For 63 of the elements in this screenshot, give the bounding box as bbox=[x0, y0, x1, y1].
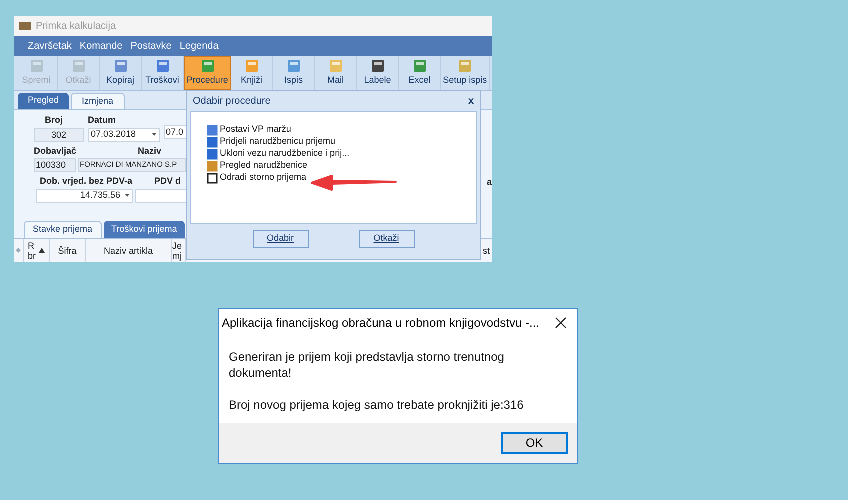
procedure-item[interactable]: Ukloni vezu narudžbenice i prij... bbox=[207, 148, 476, 160]
sort-arrow-icon bbox=[39, 248, 45, 253]
toolbar-icon bbox=[154, 58, 170, 74]
field-label: Dobavljač bbox=[34, 144, 76, 158]
procedure-icon bbox=[207, 148, 218, 160]
procedure-item[interactable]: Pridjeli narudžbenicu prijemu bbox=[207, 136, 476, 148]
procedure-icon bbox=[207, 172, 218, 184]
amount-field[interactable]: 14.735,56 bbox=[36, 188, 133, 202]
procedure-item[interactable]: Postavi VP maržu bbox=[207, 124, 476, 136]
procedure-icon bbox=[207, 160, 218, 172]
dialog-button[interactable]: Otkaži bbox=[358, 230, 414, 248]
procedure-icon bbox=[207, 136, 218, 148]
tab[interactable]: Troškovi prijema bbox=[104, 221, 186, 238]
row-marker-icon bbox=[16, 248, 21, 253]
date-field[interactable]: 07.03.2018 bbox=[88, 128, 160, 142]
field-label: Datum bbox=[88, 114, 118, 127]
procedure-item[interactable]: Odradi storno prijema bbox=[207, 172, 476, 184]
field-label: PDV d bbox=[154, 175, 182, 188]
toolbar-icon bbox=[244, 58, 260, 74]
field-label: Naziv bbox=[137, 144, 163, 158]
toolbar-icon bbox=[412, 58, 428, 74]
message-text: Generiran je prijem koji predstavlja storno trenutnog dokumenta! bbox=[229, 349, 506, 381]
dialog-title: Odabir procedure bbox=[193, 94, 271, 108]
toolbar-icon bbox=[370, 58, 386, 74]
toolbar-button[interactable]: Procedure bbox=[184, 56, 232, 90]
toolbar-icon bbox=[286, 58, 302, 74]
app-icon bbox=[18, 20, 32, 32]
supplier-code-field[interactable]: 100330 bbox=[34, 158, 76, 172]
column-header[interactable]: st bbox=[481, 239, 492, 262]
menu-item[interactable]: Postavke bbox=[130, 38, 172, 54]
field-label: a bbox=[486, 176, 492, 189]
procedure-item[interactable]: Pregled narudžbenice bbox=[207, 160, 476, 172]
dropdown-icon[interactable] bbox=[124, 194, 130, 197]
vat-field[interactable] bbox=[134, 188, 189, 202]
field-label: Dob. vrjed. bez PDV-a bbox=[39, 175, 133, 188]
message-text: Broj novog prijema kojeg samo trebate proknjižiti je:316 bbox=[229, 397, 525, 413]
toolbar-icon bbox=[70, 58, 86, 74]
tab[interactable]: Pregled bbox=[18, 93, 70, 109]
dropdown-icon[interactable] bbox=[152, 133, 157, 136]
toolbar-icon bbox=[328, 58, 344, 74]
toolbar-icon bbox=[112, 58, 128, 74]
column-header[interactable]: R br bbox=[24, 239, 50, 262]
dialog-button[interactable]: Odabir bbox=[252, 230, 308, 248]
date-field[interactable]: 07.0 bbox=[164, 125, 188, 139]
number-field[interactable]: 302 bbox=[34, 128, 84, 142]
ok-button[interactable]: OK bbox=[501, 432, 568, 454]
dialog-title: Aplikacija financijskog obračuna u robnom knjigovodstvu -... bbox=[222, 314, 540, 332]
toolbar-button[interactable]: Kopiraj bbox=[100, 56, 142, 90]
tab[interactable]: Izmjena bbox=[71, 93, 125, 109]
window-title: Primka kalkulacija bbox=[36, 20, 116, 34]
close-icon[interactable] bbox=[555, 316, 567, 328]
procedure-icon bbox=[207, 124, 218, 136]
menu-item[interactable]: Legenda bbox=[180, 38, 219, 54]
close-button[interactable]: x bbox=[468, 94, 474, 108]
field-label: Broj bbox=[44, 114, 64, 127]
tab[interactable]: Stavke prijema bbox=[24, 221, 102, 238]
toolbar-icon bbox=[28, 58, 44, 74]
column-header[interactable]: Naziv artikla bbox=[86, 239, 172, 262]
toolbar-icon bbox=[457, 58, 474, 74]
toolbar-icon bbox=[200, 58, 216, 74]
menu-item[interactable]: Komande bbox=[80, 38, 123, 54]
menu-item[interactable]: Završetak bbox=[28, 38, 72, 54]
column-header[interactable]: Šifra bbox=[50, 239, 86, 262]
